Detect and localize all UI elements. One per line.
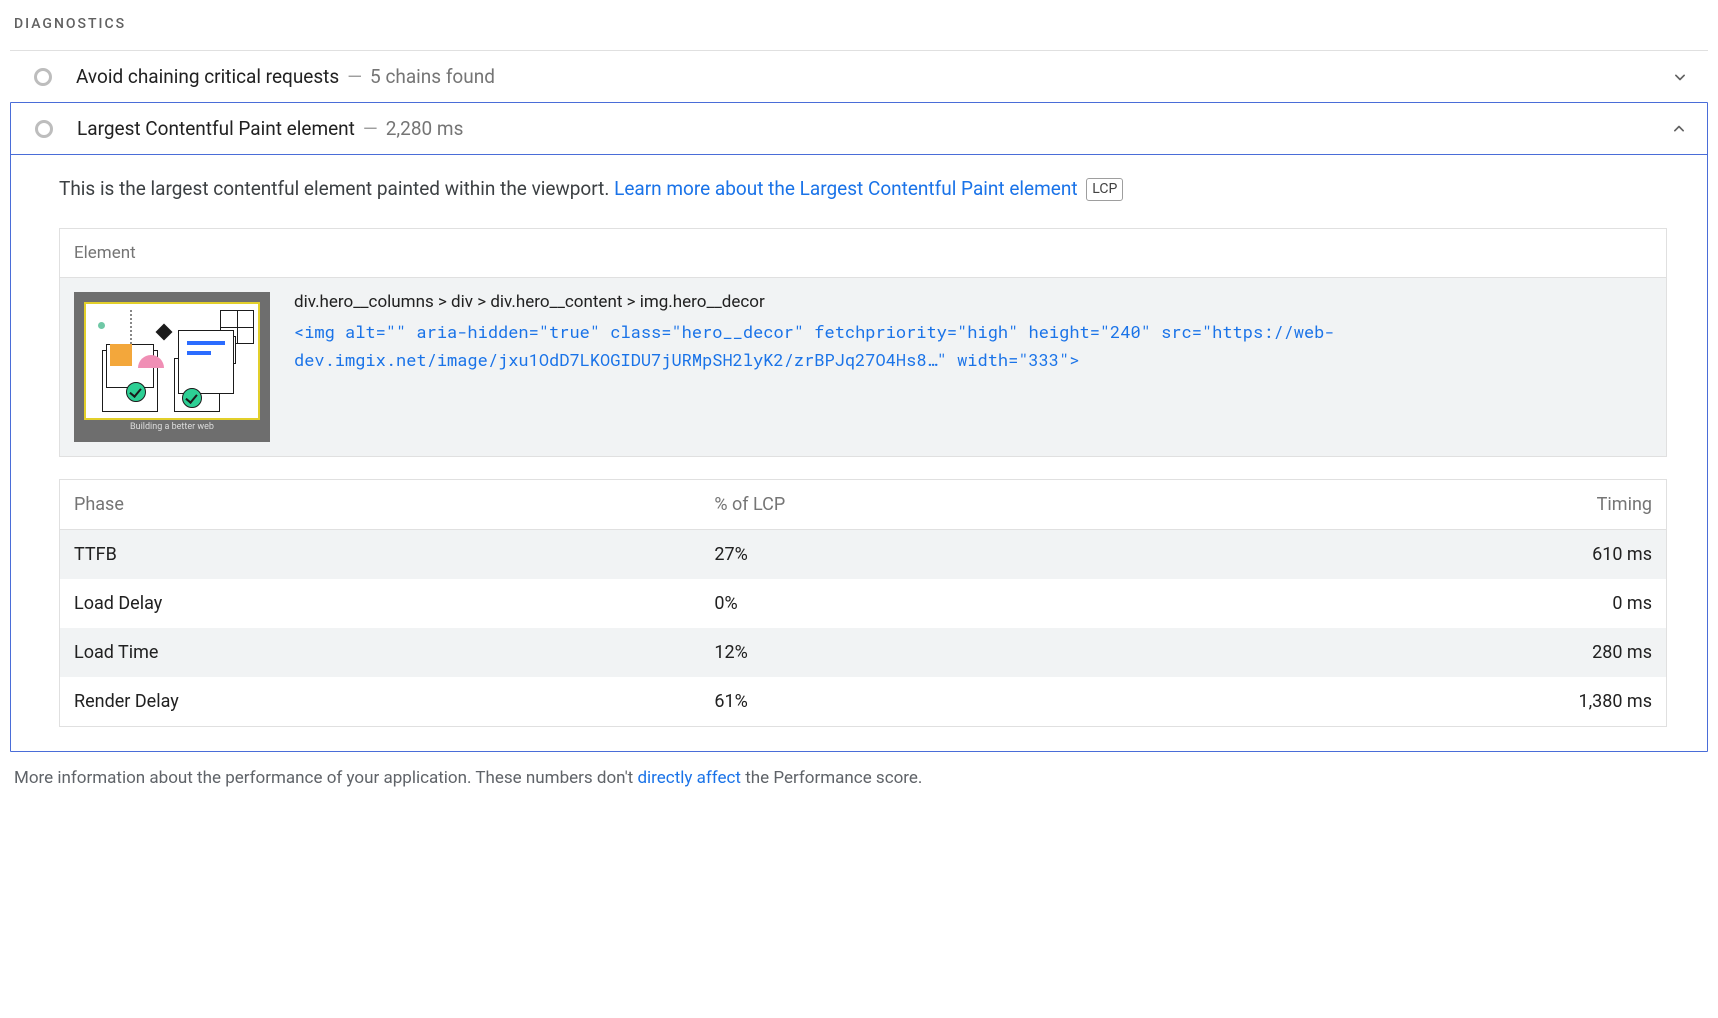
element-selector[interactable]: div.hero__columns > div > div.hero__cont… [294,292,1652,312]
audit-lcp-details: This is the largest contentful element p… [11,155,1707,751]
cell-timing: 1,380 ms [1176,677,1667,727]
separator: — [363,117,378,140]
table-row: TTFB 27% 610 ms [60,529,1667,579]
audit-lcp: Largest Contentful Paint element — 2,280… [10,102,1708,752]
footer-text-prefix: More information about the performance o… [14,768,637,788]
table-row: Load Delay 0% 0 ms [60,579,1667,628]
table-row: Render Delay 61% 1,380 ms [60,677,1667,727]
footer-link[interactable]: directly affect [637,768,741,788]
learn-more-link[interactable]: Learn more about the Largest Contentful … [614,177,1077,200]
cell-phase: Load Delay [60,579,701,628]
description-text: This is the largest contentful element p… [59,177,614,200]
cell-phase: Render Delay [60,677,701,727]
audit-chaining-toggle[interactable]: Avoid chaining critical requests — 5 cha… [10,51,1708,102]
lcp-phase-table: Phase % of LCP Timing TTFB 27% 610 ms Lo… [59,479,1667,727]
thumbnail-image-icon [84,302,260,420]
cell-pct: 12% [700,628,1175,677]
status-indicator-icon [35,120,53,138]
audit-lcp-description: This is the largest contentful element p… [59,175,1667,204]
audit-chaining-subtitle: 5 chains found [370,65,495,88]
audit-lcp-title: Largest Contentful Paint element [77,117,355,140]
footer-text-suffix: the Performance score. [741,768,922,788]
col-phase: Phase [60,479,701,529]
lcp-element-panel: Element [59,228,1667,457]
diagnostics-footer: More information about the performance o… [10,768,1708,788]
col-timing: Timing [1176,479,1667,529]
cell-timing: 610 ms [1176,529,1667,579]
chevron-up-icon [1669,119,1689,139]
audit-lcp-toggle[interactable]: Largest Contentful Paint element — 2,280… [11,103,1707,155]
diagnostics-heading: DIAGNOSTICS [14,16,1708,32]
cell-pct: 27% [700,529,1175,579]
thumbnail-caption: Building a better web [84,422,260,432]
cell-timing: 280 ms [1176,628,1667,677]
cell-timing: 0 ms [1176,579,1667,628]
element-markup[interactable]: <img alt="" aria-hidden="true" class="he… [294,318,1652,376]
audit-lcp-subtitle: 2,280 ms [386,117,464,140]
audit-chaining-title: Avoid chaining critical requests [76,65,339,88]
table-row: Load Time 12% 280 ms [60,628,1667,677]
separator: — [347,65,362,88]
chevron-down-icon [1670,67,1690,87]
element-panel-body: Building a better web div.hero__columns … [60,278,1666,456]
cell-phase: Load Time [60,628,701,677]
cell-pct: 0% [700,579,1175,628]
cell-pct: 61% [700,677,1175,727]
element-panel-header: Element [60,229,1666,278]
table-header-row: Phase % of LCP Timing [60,479,1667,529]
audit-chaining: Avoid chaining critical requests — 5 cha… [10,50,1708,102]
status-indicator-icon [34,68,52,86]
lcp-badge: LCP [1086,178,1123,201]
element-thumbnail[interactable]: Building a better web [74,292,270,442]
col-pct: % of LCP [700,479,1175,529]
cell-phase: TTFB [60,529,701,579]
